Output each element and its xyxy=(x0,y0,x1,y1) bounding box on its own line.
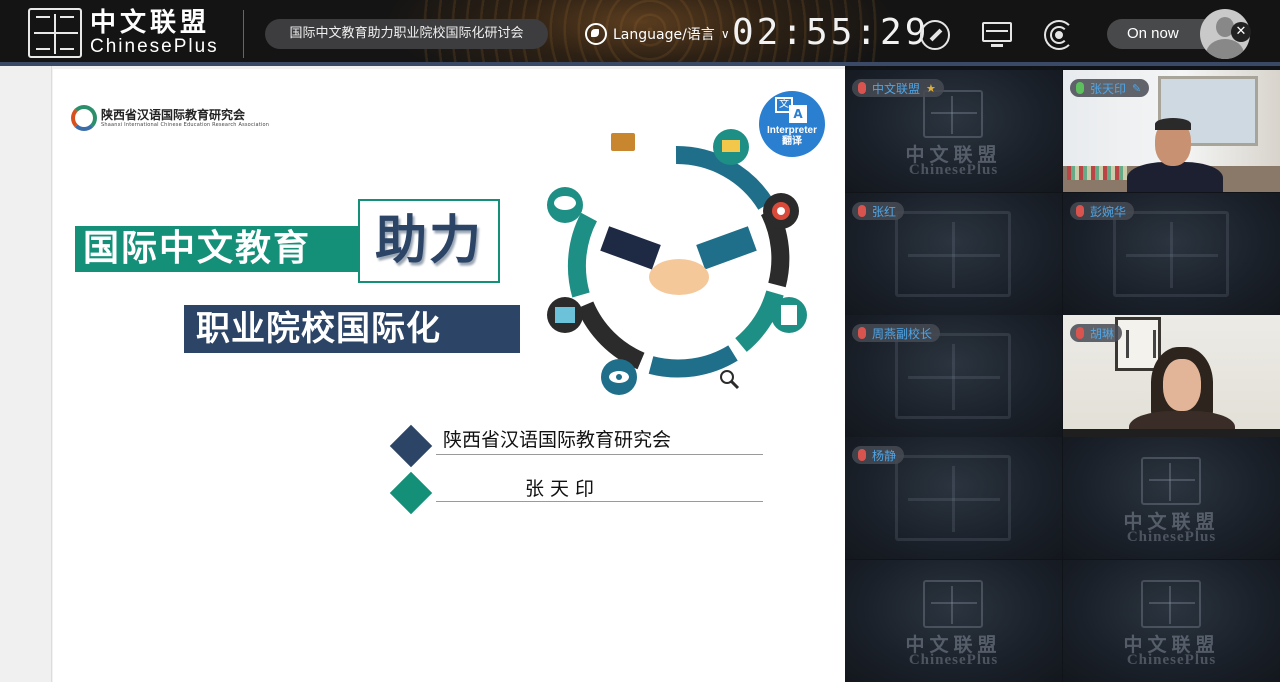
compass-icon[interactable] xyxy=(920,20,950,50)
org-name-cn: 陕西省汉语国际教育研究会 xyxy=(101,107,246,122)
participant-tile-active[interactable]: 张天印 ✎ xyxy=(1063,70,1280,192)
presentation-stage: 陕西省汉语国际教育研究会 Shaanxi International Chine… xyxy=(0,66,845,682)
participant-name-tag: 张天印 ✎ xyxy=(1070,79,1150,97)
shared-slide: 陕西省汉语国际教育研究会 Shaanxi International Chine… xyxy=(53,69,845,682)
participant-tile[interactable]: 杨静 xyxy=(845,437,1062,559)
slide-title-line2: 职业院校国际化 xyxy=(184,305,520,353)
watermark-en: ChinesePlus xyxy=(908,162,999,178)
presenter-name-underline xyxy=(436,501,763,502)
empty-tile: 中文联盟 ChinesePlus xyxy=(845,560,1062,682)
chevron-down-icon: ∨ xyxy=(720,27,730,41)
meeting-title: 国际中文教育助力职业院校国际化研讨会 xyxy=(265,19,548,49)
participant-name: 张天印 xyxy=(1090,81,1127,96)
participant-name: 中文联盟 xyxy=(872,81,921,96)
presenter-org-bullet xyxy=(389,424,433,468)
org-name-en: Shaanxi International Chinese Education … xyxy=(101,121,270,128)
meeting-timer: 02:55:29 xyxy=(732,12,930,53)
participant-name-tag: 周燕副校长 xyxy=(852,324,941,342)
watermark-seal-icon xyxy=(895,211,1011,297)
participant-name: 张红 xyxy=(872,204,897,219)
presenter-name: 张天印 xyxy=(525,478,601,500)
watermark-seal-icon xyxy=(1113,211,1229,297)
empty-tile: 中文联盟 ChinesePlus xyxy=(1063,560,1280,682)
host-star-icon: ★ xyxy=(926,81,936,95)
watermark-en: ChinesePlus xyxy=(908,652,999,668)
brand-name-cn: 中文联盟 xyxy=(90,8,211,38)
presenter-org-underline xyxy=(436,454,763,455)
participant-name-tag: 张红 xyxy=(852,202,905,220)
participant-name-tag: 胡琳 xyxy=(1070,324,1123,342)
brand-text: 中文联盟 ChinesePlus xyxy=(90,9,219,57)
logo-divider xyxy=(243,10,244,58)
participant-tile[interactable]: 张红 xyxy=(845,193,1062,315)
participant-tile[interactable]: 胡琳 xyxy=(1063,315,1280,437)
mic-muted-icon xyxy=(858,82,866,94)
mic-muted-icon xyxy=(858,449,866,461)
mic-on-icon xyxy=(1076,82,1084,94)
brand-logo[interactable]: 中文联盟 ChinesePlus xyxy=(28,8,219,58)
slide-title-highlight: 助力 xyxy=(358,199,500,283)
language-selector[interactable]: Language/语言 ∨ xyxy=(585,23,730,45)
mic-muted-icon xyxy=(858,327,866,339)
watermark-en: ChinesePlus xyxy=(1126,652,1217,668)
slide-left-strip xyxy=(0,66,52,682)
org-emblem-icon xyxy=(71,105,97,131)
brand-name-en: ChinesePlus xyxy=(90,36,219,57)
watermark-seal-icon xyxy=(923,90,983,138)
mic-muted-icon xyxy=(1076,205,1084,217)
participant-name: 周燕副校长 xyxy=(872,326,933,341)
empty-tile: 中文联盟 ChinesePlus xyxy=(1063,437,1280,559)
brand-seal-icon xyxy=(28,8,82,58)
watermark-seal-icon xyxy=(1141,580,1201,628)
participant-tile[interactable]: 周燕副校长 xyxy=(845,315,1062,437)
participant-grid: 中文联盟 ChinesePlus 中文联盟 ★ 张天印 ✎ 张红 彭婉华 周燕副… xyxy=(845,66,1280,682)
participant-name-tag: 中文联盟 ★ xyxy=(852,79,944,97)
watermark-en: ChinesePlus xyxy=(1126,529,1217,545)
language-label: Language/语言 xyxy=(613,27,715,43)
participant-tile[interactable]: 中文联盟 ChinesePlus 中文联盟 ★ xyxy=(845,70,1062,192)
pencil-icon: ✎ xyxy=(1132,81,1142,95)
translate-icon: 文A xyxy=(775,97,809,125)
presenter-org: 陕西省汉语国际教育研究会 xyxy=(443,429,672,451)
participant-name: 彭婉华 xyxy=(1090,204,1127,219)
participant-name: 胡琳 xyxy=(1090,326,1115,341)
participant-name: 杨静 xyxy=(872,448,897,463)
presenter-name-bullet xyxy=(389,471,433,515)
slide-title-line1: 国际中文教育 xyxy=(75,226,363,272)
participant-tile[interactable]: 彭婉华 xyxy=(1063,193,1280,315)
globe-icon xyxy=(585,23,607,45)
watermark-seal-icon xyxy=(923,580,983,628)
close-icon[interactable]: ✕ xyxy=(1231,22,1251,42)
mic-muted-icon xyxy=(1076,327,1084,339)
participant-name-tag: 彭婉华 xyxy=(1070,202,1135,220)
watermark-seal-icon xyxy=(895,333,1011,419)
monitor-icon[interactable] xyxy=(982,20,1012,50)
handshake-diagram xyxy=(547,129,807,395)
broadcast-icon[interactable] xyxy=(1044,20,1074,50)
mic-muted-icon xyxy=(858,205,866,217)
top-bar: 中文联盟 ChinesePlus 国际中文教育助力职业院校国际化研讨会 Lang… xyxy=(0,0,1280,66)
participant-name-tag: 杨静 xyxy=(852,446,905,464)
watermark-seal-icon xyxy=(1141,457,1201,505)
org-logo: 陕西省汉语国际教育研究会 Shaanxi International Chine… xyxy=(71,105,269,131)
watermark-seal-icon xyxy=(895,455,1011,541)
